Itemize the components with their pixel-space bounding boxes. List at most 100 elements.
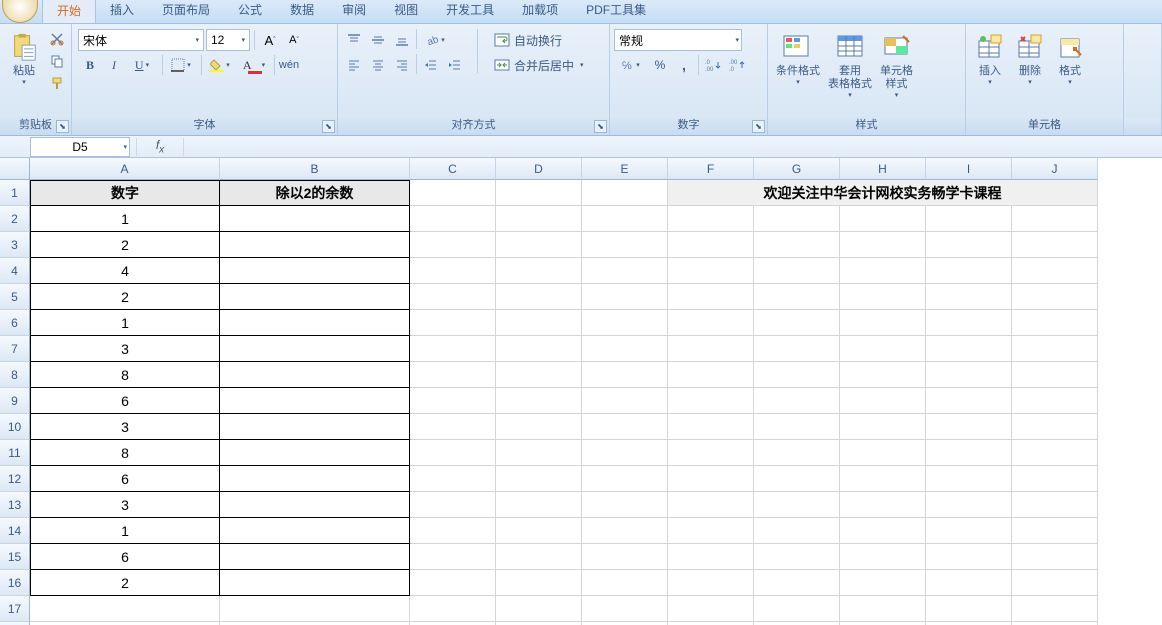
cell[interactable]: [1012, 570, 1098, 596]
cell[interactable]: [582, 206, 668, 232]
cell[interactable]: [220, 570, 410, 596]
cell[interactable]: 3: [30, 336, 220, 362]
decrease-indent-button[interactable]: [419, 54, 443, 76]
cell[interactable]: [754, 232, 840, 258]
cell[interactable]: [220, 544, 410, 570]
cell[interactable]: 除以2的余数: [220, 180, 410, 206]
percent-button[interactable]: %: [648, 54, 672, 76]
comma-button[interactable]: ,: [672, 54, 696, 76]
cell[interactable]: [840, 440, 926, 466]
cell[interactable]: [926, 284, 1012, 310]
row-header[interactable]: 15: [0, 544, 30, 570]
name-box[interactable]: D5 ▾: [30, 137, 130, 157]
tab-4[interactable]: 数据: [276, 0, 328, 23]
tab-0[interactable]: 开始: [42, 0, 96, 23]
cell[interactable]: [1012, 362, 1098, 388]
column-header[interactable]: B: [220, 158, 410, 180]
cell[interactable]: [496, 570, 582, 596]
cell[interactable]: [410, 414, 496, 440]
cell[interactable]: [496, 492, 582, 518]
paste-button[interactable]: 粘贴 ▾: [4, 29, 44, 88]
cell[interactable]: [582, 180, 668, 206]
align-bottom-button[interactable]: [390, 29, 414, 51]
conditional-format-button[interactable]: 条件格式 ▾: [772, 29, 824, 88]
cell[interactable]: [30, 596, 220, 622]
font-name-select[interactable]: 宋体 ▾: [78, 29, 204, 51]
cell[interactable]: [582, 492, 668, 518]
cell[interactable]: [926, 336, 1012, 362]
cell[interactable]: [926, 258, 1012, 284]
cell[interactable]: 数字: [30, 180, 220, 206]
cell[interactable]: [220, 596, 410, 622]
cell[interactable]: [668, 388, 754, 414]
tab-6[interactable]: 视图: [380, 0, 432, 23]
border-button[interactable]: ▾: [165, 54, 199, 76]
cell[interactable]: [582, 518, 668, 544]
cell[interactable]: [926, 466, 1012, 492]
row-header[interactable]: 6: [0, 310, 30, 336]
font-dialog-launcher[interactable]: ⬊: [322, 120, 335, 133]
cell[interactable]: [840, 336, 926, 362]
cell[interactable]: [926, 206, 1012, 232]
tab-2[interactable]: 页面布局: [148, 0, 224, 23]
tab-9[interactable]: PDF工具集: [572, 0, 660, 23]
cell[interactable]: [496, 180, 582, 206]
cell[interactable]: [926, 232, 1012, 258]
cell[interactable]: [840, 596, 926, 622]
cell[interactable]: [754, 492, 840, 518]
tab-8[interactable]: 加载项: [508, 0, 572, 23]
cell[interactable]: [582, 440, 668, 466]
number-dialog-launcher[interactable]: ⬊: [752, 120, 765, 133]
cell[interactable]: [410, 284, 496, 310]
align-dialog-launcher[interactable]: ⬊: [594, 120, 607, 133]
cell[interactable]: [220, 232, 410, 258]
cell[interactable]: [410, 440, 496, 466]
cell[interactable]: [410, 518, 496, 544]
select-all-corner[interactable]: [0, 158, 30, 180]
cell[interactable]: [1012, 466, 1098, 492]
cell[interactable]: [1012, 414, 1098, 440]
cell[interactable]: [840, 362, 926, 388]
row-header[interactable]: 7: [0, 336, 30, 362]
format-cells-button[interactable]: 格式 ▾: [1050, 29, 1090, 88]
cell[interactable]: [926, 518, 1012, 544]
cell[interactable]: [410, 362, 496, 388]
cell[interactable]: [410, 388, 496, 414]
cell[interactable]: [1012, 232, 1098, 258]
column-header[interactable]: E: [582, 158, 668, 180]
cell[interactable]: [668, 596, 754, 622]
cell[interactable]: [754, 284, 840, 310]
cell[interactable]: [496, 310, 582, 336]
cell-styles-button[interactable]: 单元格 样式 ▾: [876, 29, 917, 101]
cell[interactable]: [1012, 284, 1098, 310]
number-format-select[interactable]: 常规 ▾: [614, 29, 742, 51]
row-header[interactable]: 9: [0, 388, 30, 414]
cell[interactable]: [1012, 440, 1098, 466]
cell[interactable]: [926, 492, 1012, 518]
tab-3[interactable]: 公式: [224, 0, 276, 23]
cell[interactable]: 6: [30, 388, 220, 414]
cell[interactable]: [220, 310, 410, 336]
cell[interactable]: [1012, 336, 1098, 362]
wrap-text-button[interactable]: 自动换行: [488, 29, 592, 51]
cell[interactable]: [668, 570, 754, 596]
cell[interactable]: [1012, 544, 1098, 570]
cell[interactable]: [220, 518, 410, 544]
row-header[interactable]: 14: [0, 518, 30, 544]
cut-button[interactable]: [46, 29, 68, 49]
cell[interactable]: [582, 414, 668, 440]
cell[interactable]: [754, 518, 840, 544]
cell[interactable]: [582, 570, 668, 596]
fill-color-button[interactable]: ▾: [204, 54, 238, 76]
clipboard-dialog-launcher[interactable]: ⬊: [56, 120, 69, 133]
cell[interactable]: [496, 466, 582, 492]
cell[interactable]: [926, 596, 1012, 622]
row-header[interactable]: 2: [0, 206, 30, 232]
increase-decimal-button[interactable]: .0.00: [701, 54, 725, 76]
cell[interactable]: [410, 466, 496, 492]
cell[interactable]: [410, 596, 496, 622]
cell[interactable]: [754, 206, 840, 232]
tab-5[interactable]: 审阅: [328, 0, 380, 23]
cell[interactable]: [840, 492, 926, 518]
cell[interactable]: [220, 388, 410, 414]
